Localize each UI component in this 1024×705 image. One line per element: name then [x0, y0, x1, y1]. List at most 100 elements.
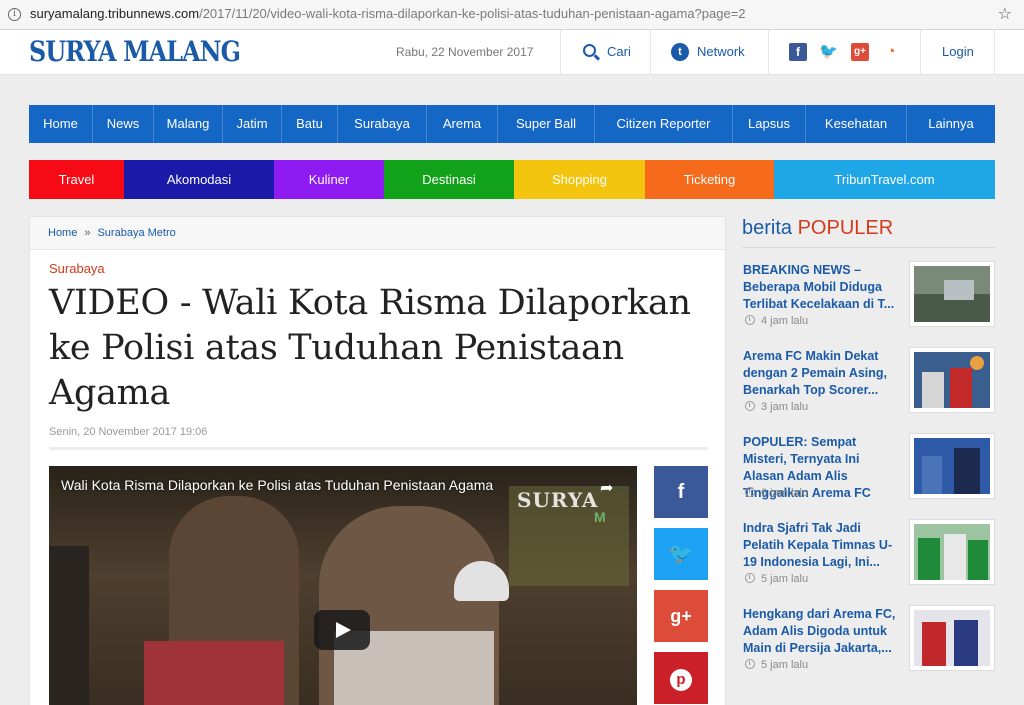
popular-item-thumbnail[interactable] [910, 348, 994, 412]
facebook-icon[interactable]: f [789, 43, 807, 61]
sidebar-divider [742, 247, 995, 248]
video-share-icon[interactable]: ➦ [600, 478, 613, 497]
breadcrumb: Home » Surabaya Metro [30, 217, 725, 250]
login-label: Login [942, 44, 974, 59]
breadcrumb-separator: » [84, 227, 91, 239]
breadcrumb-home[interactable]: Home [48, 227, 77, 239]
popular-item-thumbnail[interactable] [910, 262, 994, 326]
category-shopping[interactable]: Shopping [514, 160, 645, 199]
video-player[interactable]: Wali Kota Risma Dilaporkan ke Polisi ata… [49, 466, 637, 705]
thumbnail-image-shape [968, 540, 988, 580]
popular-item-time-text: 4 jam lalu [761, 315, 809, 327]
popular-item-title[interactable]: Hengkang dari Arema FC, Adam Alis Digoda… [743, 606, 903, 657]
popular-item-time-text: 3 jam lalu [761, 401, 809, 413]
share-pinterest-button[interactable]: p [654, 652, 708, 704]
popular-item[interactable]: Hengkang dari Arema FC, Adam Alis Digoda… [742, 606, 995, 684]
clock-icon [745, 315, 755, 325]
popular-item-time: 5 jam lalu [745, 573, 808, 585]
clock-icon [745, 487, 755, 497]
url-host: suryamalang.tribunnews.com [30, 6, 200, 21]
nav-item-arema[interactable]: Arema [427, 105, 498, 143]
browser-address-bar[interactable]: i suryamalang.tribunnews.com/2017/11/20/… [0, 0, 1024, 30]
popular-item-title[interactable]: BREAKING NEWS – Beberapa Mobil Diduga Te… [743, 262, 903, 313]
video-watermark-small: M [594, 509, 606, 525]
article-section-label[interactable]: Surabaya [49, 261, 105, 276]
nav-item-home[interactable]: Home [29, 105, 93, 143]
popular-item[interactable]: Arema FC Makin Dekat dengan 2 Pemain Asi… [742, 348, 995, 426]
popular-item-thumbnail[interactable] [910, 606, 994, 670]
travel-category-bar: Travel Akomodasi Kuliner Destinasi Shopp… [29, 160, 995, 199]
nav-item-surabaya[interactable]: Surabaya [338, 105, 427, 143]
network-button[interactable]: t Network [650, 30, 768, 75]
url-text[interactable]: suryamalang.tribunnews.com/2017/11/20/vi… [30, 6, 746, 21]
site-logo[interactable]: SURYA MALANG [29, 35, 241, 68]
breadcrumb-section[interactable]: Surabaya Metro [97, 227, 175, 239]
clock-icon [745, 401, 755, 411]
nav-item-lapsus[interactable]: Lapsus [733, 105, 806, 143]
clock-icon [745, 573, 755, 583]
category-travel[interactable]: Travel [29, 160, 124, 199]
popular-item-thumbnail[interactable] [910, 520, 994, 584]
popular-item-time-text: 5 jam lalu [761, 573, 809, 585]
site-info-icon[interactable]: i [8, 8, 21, 21]
popular-item-title[interactable]: Indra Sjafri Tak Jadi Pelatih Kepala Tim… [743, 520, 903, 571]
thumbnail-image-shape [918, 538, 940, 580]
pinterest-icon: p [670, 669, 692, 691]
video-title[interactable]: Wali Kota Risma Dilaporkan ke Polisi ata… [61, 477, 493, 493]
popular-item-time: 3 jam lalu [745, 401, 808, 413]
nav-item-news[interactable]: News [93, 105, 154, 143]
google-plus-icon[interactable]: g+ [851, 43, 869, 61]
video-person-shape [49, 546, 89, 705]
search-label: Cari [607, 44, 631, 59]
thumbnail-image-shape [950, 368, 972, 408]
article-panel: Home » Surabaya Metro Surabaya VIDEO - Wal… [29, 216, 726, 705]
popular-item-time: 6 jam lalu [745, 487, 808, 499]
url-path: /2017/11/20/video-wali-kota-risma-dilapo… [199, 6, 746, 21]
divider [49, 447, 708, 450]
video-watermark: SURYA [517, 488, 599, 512]
login-button[interactable]: Login [920, 30, 995, 75]
thumbnail-image-shape [944, 280, 974, 300]
category-akomodasi[interactable]: Akomodasi [124, 160, 274, 199]
sidebar-title-prefix: berita [742, 217, 793, 239]
category-destinasi[interactable]: Destinasi [384, 160, 514, 199]
category-kuliner[interactable]: Kuliner [274, 160, 384, 199]
popular-item-time: 4 jam lalu [745, 315, 808, 327]
popular-item-thumbnail[interactable] [910, 434, 994, 498]
play-button-icon[interactable] [314, 610, 370, 650]
nav-item-lainnya[interactable]: Lainnya [907, 105, 995, 143]
nav-item-super-ball[interactable]: Super Ball [498, 105, 595, 143]
site-header: SURYA MALANG Rabu, 22 November 2017 Cari… [0, 30, 1024, 75]
popular-item-title[interactable]: Arema FC Makin Dekat dengan 2 Pemain Asi… [743, 348, 903, 399]
share-twitter-button[interactable]: 🐦 [654, 528, 708, 580]
category-ticketing[interactable]: Ticketing [645, 160, 774, 199]
bookmark-star-icon[interactable]: ☆ [998, 4, 1012, 23]
nav-item-kesehatan[interactable]: Kesehatan [806, 105, 907, 143]
popular-item[interactable]: POPULER: Sempat Misteri, Ternyata Ini Al… [742, 434, 995, 512]
share-facebook-button[interactable]: f [654, 466, 708, 518]
popular-item-time-text: 5 jam lalu [761, 659, 809, 671]
nav-item-malang[interactable]: Malang [154, 105, 223, 143]
category-tribuntravel[interactable]: TribunTravel.com [774, 160, 995, 199]
nav-item-citizen-reporter[interactable]: Citizen Reporter [595, 105, 733, 143]
social-links: f 🐦 g+ ◔ [768, 30, 920, 75]
popular-item[interactable]: Indra Sjafri Tak Jadi Pelatih Kepala Tim… [742, 520, 995, 598]
popular-item-time: 5 jam lalu [745, 659, 808, 671]
article-date: Senin, 20 November 2017 19:06 [49, 426, 208, 438]
popular-item[interactable]: BREAKING NEWS – Beberapa Mobil Diduga Te… [742, 262, 995, 340]
thumbnail-image-shape [970, 356, 984, 370]
popular-item-time-text: 6 jam lalu [761, 487, 809, 499]
twitter-icon[interactable]: 🐦 [819, 43, 838, 61]
nav-item-jatim[interactable]: Jatim [223, 105, 282, 143]
header-date: Rabu, 22 November 2017 [396, 45, 534, 59]
thumbnail-image-shape [954, 448, 980, 494]
sidebar-title-highlight: POPULER [797, 217, 894, 239]
nav-item-batu[interactable]: Batu [282, 105, 338, 143]
main-navigation: Home News Malang Jatim Batu Surabaya Are… [29, 105, 995, 143]
search-button[interactable]: Cari [560, 30, 650, 75]
share-google-plus-button[interactable]: g+ [654, 590, 708, 642]
rss-icon[interactable]: ◔ [882, 43, 900, 61]
video-person-shape [144, 641, 284, 705]
clock-icon [745, 659, 755, 669]
thumbnail-image-shape [944, 534, 966, 580]
